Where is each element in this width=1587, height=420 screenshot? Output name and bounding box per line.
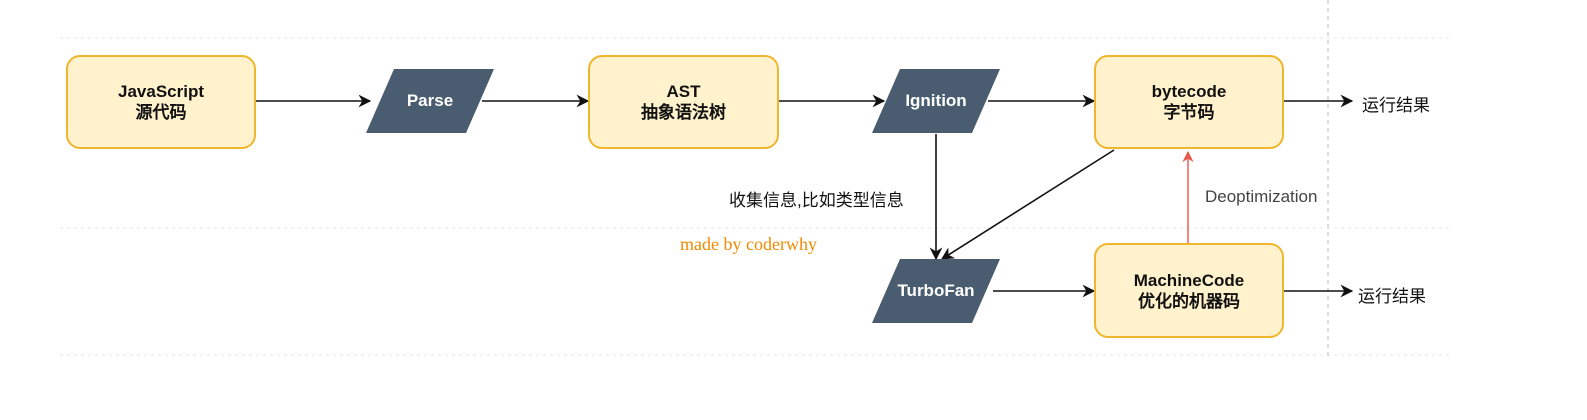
node-parse: Parse — [366, 69, 494, 133]
deoptimization-label: Deoptimization — [1205, 187, 1318, 206]
node-parse-label: Parse — [406, 91, 454, 110]
node-machinecode: MachineCode 优化的机器码 — [1094, 243, 1284, 338]
result-label-bottom: 运行结果 — [1358, 287, 1426, 306]
node-ignition-label: Ignition — [905, 91, 967, 110]
arrow-bytecode-to-turbofan — [940, 149, 1115, 260]
node-javascript-line2: 源代码 — [135, 103, 187, 122]
node-javascript-source: JavaScript 源代码 — [66, 55, 256, 149]
node-javascript-line1: JavaScript — [118, 82, 204, 101]
node-bytecode-line1: bytecode — [1151, 82, 1227, 101]
node-bytecode: bytecode 字节码 — [1094, 55, 1284, 149]
node-turbofan-label: TurboFan — [897, 281, 975, 300]
node-bytecode-line2: 字节码 — [1163, 103, 1215, 122]
node-machinecode-line1: MachineCode — [1133, 270, 1245, 290]
node-machinecode-line2: 优化的机器码 — [1138, 291, 1240, 311]
node-ignition: Ignition — [872, 69, 1000, 133]
watermark-text: made by coderwhy — [680, 234, 817, 254]
node-ast-line1: AST — [666, 82, 701, 101]
node-ast-line2: 抽象语法树 — [641, 103, 726, 122]
collect-info-label: 收集信息,比如类型信息 — [729, 191, 904, 210]
node-ast: AST 抽象语法树 — [588, 55, 779, 149]
node-turbofan: TurboFan — [872, 259, 1000, 323]
result-label-top: 运行结果 — [1362, 96, 1430, 115]
